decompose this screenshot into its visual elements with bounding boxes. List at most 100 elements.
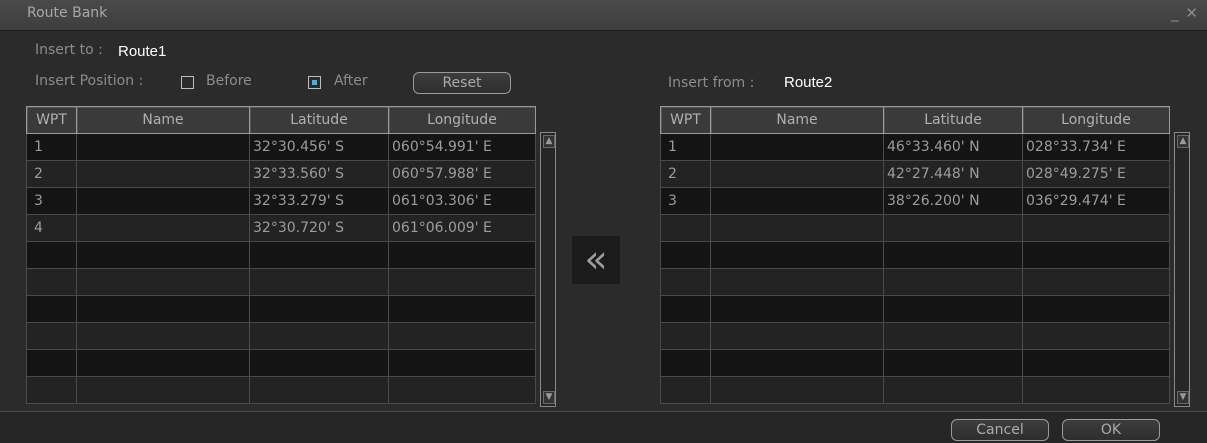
scroll-up-icon[interactable]: ▲ bbox=[543, 135, 555, 148]
column-header-longitude[interactable]: Longitude bbox=[388, 106, 536, 134]
longitude-cell bbox=[1022, 268, 1170, 296]
table-row[interactable] bbox=[26, 241, 536, 269]
table-row[interactable] bbox=[660, 322, 1170, 350]
ok-button[interactable]: OK bbox=[1062, 419, 1160, 441]
table-row[interactable] bbox=[26, 376, 536, 404]
wpt-cell: 2 bbox=[26, 160, 77, 188]
longitude-cell bbox=[388, 376, 536, 404]
before-checkbox[interactable] bbox=[181, 76, 194, 89]
name-cell bbox=[710, 295, 884, 323]
table-row[interactable]: 1 46°33.460' N 028°33.734' E bbox=[660, 133, 1170, 161]
column-header-name[interactable]: Name bbox=[710, 106, 884, 134]
wpt-cell bbox=[26, 322, 77, 350]
route-bank-window: Route Bank _ ✕ Insert to : Route1 Insert… bbox=[0, 0, 1207, 443]
name-cell bbox=[76, 295, 250, 323]
table-row[interactable]: 1 32°30.456' S 060°54.991' E bbox=[26, 133, 536, 161]
double-chevron-left-icon[interactable]: « bbox=[572, 236, 620, 284]
table-row[interactable]: 3 32°33.279' S 061°03.306' E bbox=[26, 187, 536, 215]
name-cell bbox=[710, 376, 884, 404]
name-cell bbox=[76, 376, 250, 404]
after-label: After bbox=[334, 73, 368, 89]
insert-from-value: Route2 bbox=[784, 74, 833, 91]
wpt-cell: 4 bbox=[26, 214, 77, 242]
longitude-cell: 028°49.275' E bbox=[1022, 160, 1170, 188]
column-header-wpt[interactable]: WPT bbox=[26, 106, 77, 134]
wpt-cell bbox=[26, 241, 77, 269]
table-row[interactable] bbox=[660, 268, 1170, 296]
table-row[interactable] bbox=[26, 295, 536, 323]
scroll-down-icon[interactable]: ▼ bbox=[1177, 391, 1189, 404]
route2-waypoint-table: WPT Name Latitude Longitude 1 46°33.460' … bbox=[660, 106, 1170, 404]
table-row[interactable]: 3 38°26.200' N 036°29.474' E bbox=[660, 187, 1170, 215]
wpt-cell: 2 bbox=[660, 160, 711, 188]
wpt-cell bbox=[26, 349, 77, 377]
name-cell bbox=[710, 268, 884, 296]
table-row[interactable] bbox=[660, 295, 1170, 323]
wpt-cell bbox=[660, 241, 711, 269]
cancel-button[interactable]: Cancel bbox=[951, 419, 1049, 441]
name-cell bbox=[710, 214, 884, 242]
wpt-cell: 3 bbox=[26, 187, 77, 215]
longitude-cell bbox=[1022, 376, 1170, 404]
reset-button[interactable]: Reset bbox=[413, 72, 511, 94]
table-row[interactable] bbox=[26, 322, 536, 350]
table-row[interactable] bbox=[660, 241, 1170, 269]
name-cell bbox=[76, 268, 250, 296]
longitude-cell bbox=[388, 295, 536, 323]
wpt-cell bbox=[26, 376, 77, 404]
wpt-cell bbox=[26, 295, 77, 323]
name-cell bbox=[76, 349, 250, 377]
wpt-cell: 3 bbox=[660, 187, 711, 215]
longitude-cell bbox=[1022, 214, 1170, 242]
column-header-latitude[interactable]: Latitude bbox=[249, 106, 389, 134]
longitude-cell bbox=[388, 241, 536, 269]
longitude-cell: 060°57.988' E bbox=[388, 160, 536, 188]
table-row[interactable]: 2 32°33.560' S 060°57.988' E bbox=[26, 160, 536, 188]
scroll-down-icon[interactable]: ▼ bbox=[543, 391, 555, 404]
insert-position-label: Insert Position : bbox=[35, 73, 144, 89]
latitude-cell: 32°30.720' S bbox=[249, 214, 389, 242]
longitude-cell: 028°33.734' E bbox=[1022, 133, 1170, 161]
latitude-cell bbox=[883, 322, 1023, 350]
column-header-latitude[interactable]: Latitude bbox=[883, 106, 1023, 134]
table-row[interactable]: 4 32°30.720' S 061°06.009' E bbox=[26, 214, 536, 242]
wpt-cell bbox=[660, 349, 711, 377]
latitude-cell: 32°33.560' S bbox=[249, 160, 389, 188]
window-controls[interactable]: _ ✕ bbox=[1171, 4, 1199, 22]
right-table-scrollbar[interactable]: ▲ ▼ bbox=[1174, 132, 1190, 407]
column-header-longitude[interactable]: Longitude bbox=[1022, 106, 1170, 134]
name-cell bbox=[710, 349, 884, 377]
column-header-wpt[interactable]: WPT bbox=[660, 106, 711, 134]
wpt-cell bbox=[660, 214, 711, 242]
latitude-cell: 38°26.200' N bbox=[883, 187, 1023, 215]
table-row[interactable]: 2 42°27.448' N 028°49.275' E bbox=[660, 160, 1170, 188]
after-checkbox[interactable] bbox=[308, 76, 321, 89]
wpt-cell: 1 bbox=[660, 133, 711, 161]
wpt-cell bbox=[660, 295, 711, 323]
table-row[interactable] bbox=[660, 349, 1170, 377]
name-cell bbox=[76, 133, 250, 161]
table-row[interactable] bbox=[26, 268, 536, 296]
insert-to-label: Insert to : bbox=[35, 42, 103, 58]
longitude-cell bbox=[388, 322, 536, 350]
latitude-cell: 32°30.456' S bbox=[249, 133, 389, 161]
longitude-cell: 060°54.991' E bbox=[388, 133, 536, 161]
name-cell bbox=[710, 133, 884, 161]
table-header-row: WPT Name Latitude Longitude bbox=[26, 106, 536, 134]
insert-to-value: Route1 bbox=[118, 43, 167, 60]
table-row[interactable] bbox=[660, 214, 1170, 242]
route1-waypoint-table: WPT Name Latitude Longitude 1 32°30.456' … bbox=[26, 106, 536, 404]
name-cell bbox=[76, 241, 250, 269]
window-title: Route Bank bbox=[27, 5, 108, 21]
name-cell bbox=[710, 322, 884, 350]
name-cell bbox=[710, 160, 884, 188]
scroll-up-icon[interactable]: ▲ bbox=[1177, 135, 1189, 148]
longitude-cell bbox=[1022, 322, 1170, 350]
table-row[interactable] bbox=[26, 349, 536, 377]
table-row[interactable] bbox=[660, 376, 1170, 404]
latitude-cell bbox=[249, 241, 389, 269]
latitude-cell bbox=[249, 349, 389, 377]
longitude-cell bbox=[388, 349, 536, 377]
column-header-name[interactable]: Name bbox=[76, 106, 250, 134]
left-table-scrollbar[interactable]: ▲ ▼ bbox=[540, 132, 556, 407]
